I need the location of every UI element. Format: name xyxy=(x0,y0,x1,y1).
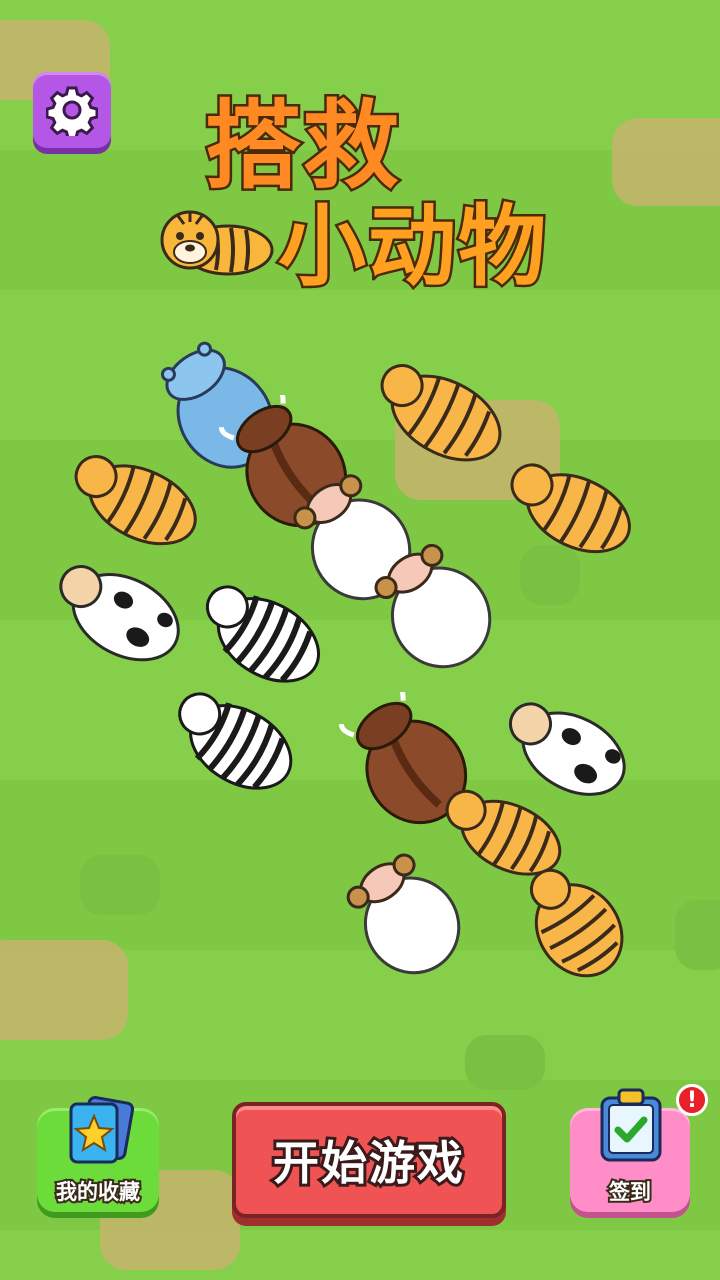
clipboard-check-icon xyxy=(600,1088,662,1162)
title-line-2: 小动物 xyxy=(275,193,549,301)
collection-label: 我的收藏 xyxy=(54,1178,142,1206)
gear-icon xyxy=(46,86,98,136)
tiger-piece[interactable] xyxy=(512,860,642,985)
collection-button[interactable]: 我的收藏 xyxy=(37,1096,159,1212)
zebra-piece[interactable] xyxy=(162,678,310,808)
start-game-button[interactable]: 开始游戏 xyxy=(232,1102,506,1218)
sheep-piece[interactable] xyxy=(338,850,478,982)
grass-bush xyxy=(465,1035,545,1090)
tiger-piece[interactable] xyxy=(500,448,645,568)
tiger-piece[interactable] xyxy=(368,348,518,478)
tiger-piece[interactable] xyxy=(62,440,212,560)
game-title: 搭救 小动物 xyxy=(150,68,590,301)
settings-button[interactable] xyxy=(33,72,111,148)
dirt-patch xyxy=(612,118,720,206)
grass-bush xyxy=(675,900,720,970)
dirt-patch xyxy=(0,940,128,1040)
start-game-label: 开始游戏 xyxy=(270,1133,466,1193)
checkin-button[interactable]: 签到 xyxy=(570,1088,690,1212)
cow-piece[interactable] xyxy=(45,548,195,678)
sheep-piece[interactable] xyxy=(365,540,510,675)
notification-badge: ! xyxy=(676,1084,708,1116)
tiger-mascot xyxy=(160,210,274,276)
checkin-label: 签到 xyxy=(607,1178,653,1206)
grass-bush xyxy=(80,855,160,915)
star-cards-icon xyxy=(69,1096,135,1164)
